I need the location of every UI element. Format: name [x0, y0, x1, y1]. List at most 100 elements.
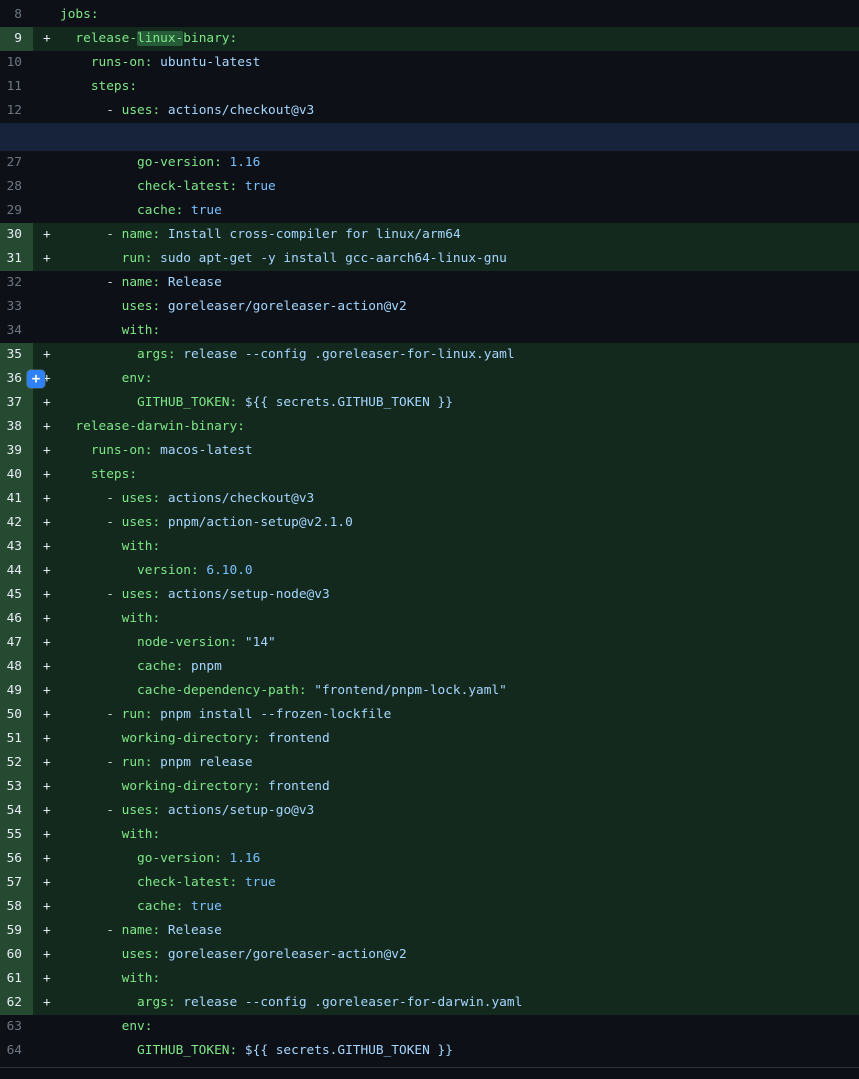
diff-sign: +	[33, 679, 60, 703]
code-line: - uses: actions/setup-node@v3	[60, 583, 859, 607]
line-number[interactable]: 61	[0, 967, 33, 991]
line-number[interactable]: 46	[0, 607, 33, 631]
line-number[interactable]: 57	[0, 871, 33, 895]
diff-row-added: 49+ cache-dependency-path: "frontend/pnp…	[0, 679, 859, 703]
line-number[interactable]: 49	[0, 679, 33, 703]
line-number[interactable]: 59	[0, 919, 33, 943]
line-number[interactable]: 38	[0, 415, 33, 439]
line-number[interactable]: 55	[0, 823, 33, 847]
code-segment: check-latest:	[60, 179, 237, 194]
diff-sign	[33, 295, 60, 319]
line-number[interactable]: 50	[0, 703, 33, 727]
code-segment: runs-on:	[60, 443, 152, 458]
diff-sign: +	[33, 943, 60, 967]
line-number[interactable]: 11	[0, 75, 33, 99]
diff-sign: +	[33, 487, 60, 511]
line-number[interactable]: 29	[0, 199, 33, 223]
diff-sign	[33, 151, 60, 175]
code-segment: actions/checkout@v3	[160, 103, 314, 118]
line-number[interactable]: 31	[0, 247, 33, 271]
code-segment: GITHUB_TOKEN:	[60, 1043, 237, 1058]
diff-row-added: 37+ GITHUB_TOKEN: ${{ secrets.GITHUB_TOK…	[0, 391, 859, 415]
code-segment: with:	[60, 971, 160, 986]
line-number[interactable]: 52	[0, 751, 33, 775]
code-line: release-darwin-binary:	[60, 415, 859, 439]
diff-row-added: 45+ - uses: actions/setup-node@v3	[0, 583, 859, 607]
line-number[interactable]: 37	[0, 391, 33, 415]
code-segment: -	[60, 275, 122, 290]
code-segment: GITHUB_TOKEN:	[60, 395, 237, 410]
diff-sign: +	[33, 631, 60, 655]
diff-sign: +	[33, 463, 60, 487]
line-number[interactable]: 8	[0, 3, 33, 27]
code-segment: release --config .goreleaser-for-darwin.…	[176, 995, 523, 1010]
line-number[interactable]: 58	[0, 895, 33, 919]
line-number[interactable]: 56	[0, 847, 33, 871]
diff-sign: +	[33, 727, 60, 751]
line-number[interactable]: 63	[0, 1015, 33, 1039]
line-number[interactable]: 62	[0, 991, 33, 1015]
line-number[interactable]: 10	[0, 51, 33, 75]
line-number[interactable]: 33	[0, 295, 33, 319]
code-line: steps:	[60, 75, 859, 99]
line-number[interactable]: 40	[0, 463, 33, 487]
line-number[interactable]: 34	[0, 319, 33, 343]
diff-sign: +	[33, 607, 60, 631]
diff-sign: +	[33, 583, 60, 607]
diff-row-added: 42+ - uses: pnpm/action-setup@v2.1.0	[0, 511, 859, 535]
line-number[interactable]: 32	[0, 271, 33, 295]
diff-sign: +	[33, 247, 60, 271]
diff-sign	[33, 99, 60, 123]
code-segment: frontend	[260, 731, 329, 746]
code-segment: 1.16	[222, 851, 261, 866]
code-line: - run: pnpm release	[60, 751, 859, 775]
line-number[interactable]: 12	[0, 99, 33, 123]
code-line: runs-on: ubuntu-latest	[60, 51, 859, 75]
diff-row-added: 30+ - name: Install cross-compiler for l…	[0, 223, 859, 247]
line-number[interactable]: 53	[0, 775, 33, 799]
line-number[interactable]: 27	[0, 151, 33, 175]
code-segment: pnpm	[183, 659, 222, 674]
line-number[interactable]: 51	[0, 727, 33, 751]
diff-row-added: 31+ run: sudo apt-get -y install gcc-aar…	[0, 247, 859, 271]
code-segment: with:	[60, 827, 160, 842]
line-number[interactable]: 64	[0, 1039, 33, 1063]
diff-sign: +	[33, 847, 60, 871]
line-number[interactable]: 35	[0, 343, 33, 367]
code-segment: release-darwin-binary:	[60, 419, 245, 434]
line-number[interactable]: 60	[0, 943, 33, 967]
code-segment: release --config .goreleaser-for-linux.y…	[176, 347, 515, 362]
line-number[interactable]: 43	[0, 535, 33, 559]
diff-row-added: 39+ runs-on: macos-latest	[0, 439, 859, 463]
diff-row-context: 27 go-version: 1.16	[0, 151, 859, 175]
code-line: run: sudo apt-get -y install gcc-aarch64…	[60, 247, 859, 271]
diff-row-context: 33 uses: goreleaser/goreleaser-action@v2	[0, 295, 859, 319]
code-segment: cache:	[60, 659, 183, 674]
code-segment: actions/setup-go@v3	[160, 803, 314, 818]
code-line: with:	[60, 823, 859, 847]
line-number[interactable]: 54	[0, 799, 33, 823]
code-segment: check-latest:	[60, 875, 237, 890]
code-segment: uses:	[60, 947, 160, 962]
line-number[interactable]: 44	[0, 559, 33, 583]
code-segment: args:	[60, 995, 176, 1010]
line-number[interactable]: 28	[0, 175, 33, 199]
line-number[interactable]: 48	[0, 655, 33, 679]
line-number[interactable]: 42	[0, 511, 33, 535]
code-line: check-latest: true	[60, 871, 859, 895]
diff-row-context: 10 runs-on: ubuntu-latest	[0, 51, 859, 75]
code-segment: env:	[60, 1019, 152, 1034]
code-segment: go-version:	[60, 155, 222, 170]
code-line: env:	[60, 367, 859, 391]
line-number[interactable]: 41	[0, 487, 33, 511]
line-number[interactable]: 39	[0, 439, 33, 463]
diff-sign: +	[33, 919, 60, 943]
code-segment: env:	[60, 371, 152, 386]
line-number[interactable]: 47	[0, 631, 33, 655]
expand-hidden-lines-row[interactable]	[0, 123, 859, 151]
line-number[interactable]: 9	[0, 27, 33, 51]
add-comment-button[interactable]: +	[27, 370, 45, 388]
line-number[interactable]: 45	[0, 583, 33, 607]
diff-row-added: 56+ go-version: 1.16	[0, 847, 859, 871]
line-number[interactable]: 30	[0, 223, 33, 247]
